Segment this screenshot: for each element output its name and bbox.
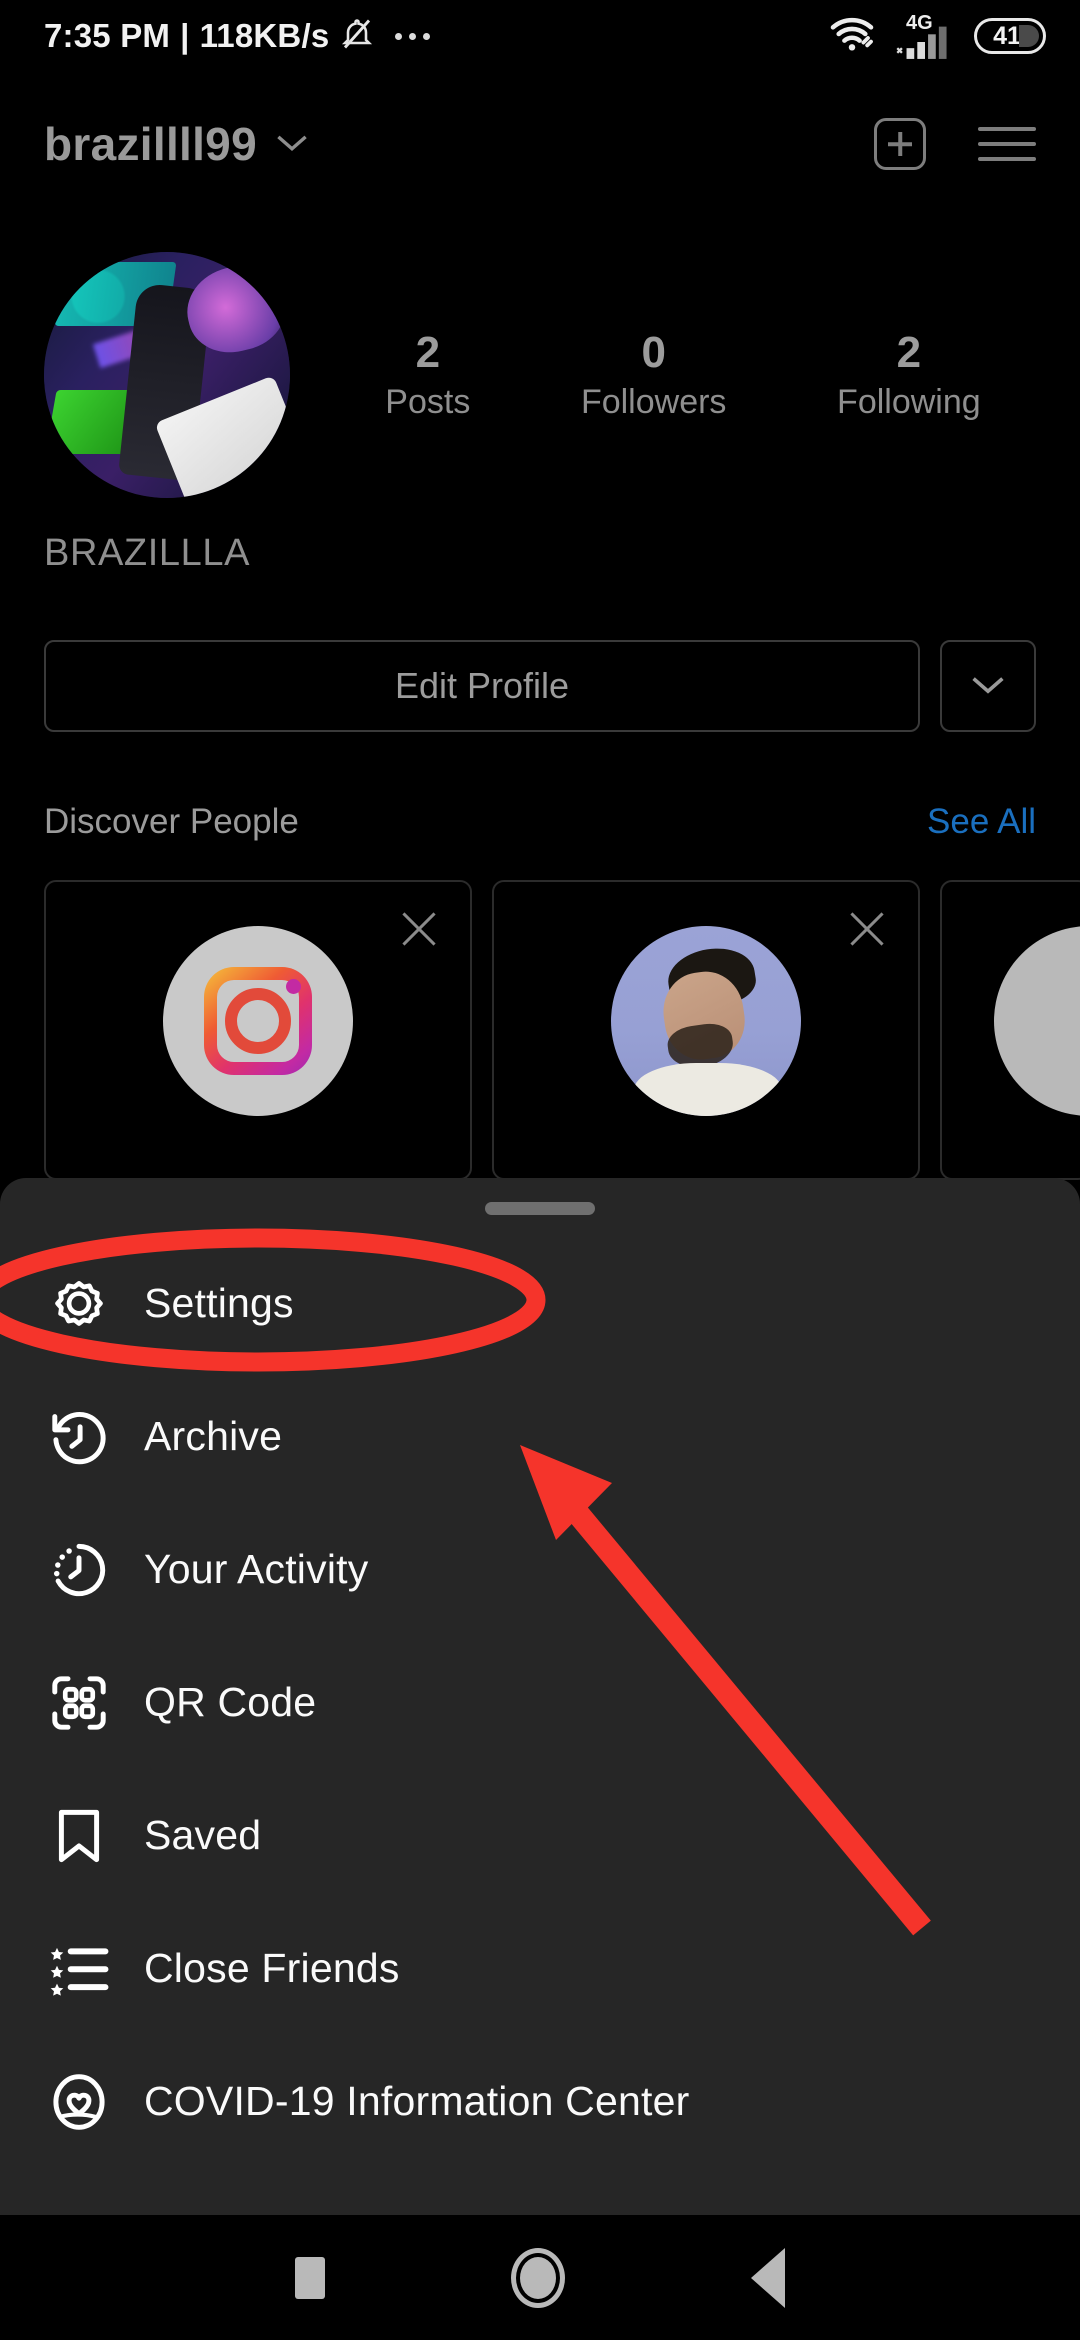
menu-item-label: Archive [144,1413,283,1459]
battery-level: 41 [993,21,1021,50]
hamburger-menu-icon[interactable] [978,127,1036,161]
heart-shield-icon [42,2065,116,2139]
bookmark-icon [42,1799,116,1873]
menu-item-settings[interactable]: Settings [0,1237,1080,1370]
chevron-down-icon [970,673,1006,700]
drag-handle[interactable] [485,1202,595,1215]
triangle-back-icon[interactable] [751,2247,785,2308]
menu-item-close-friends[interactable]: Close Friends [0,1902,1080,2035]
signal-bars-icon: 4G [894,12,956,59]
followers-label: Followers [580,383,727,422]
sheet-menu-list: Settings Archive Your Activity QR Code S… [0,1237,1080,2168]
stat-following[interactable]: 2 Following [837,328,981,422]
close-icon[interactable] [398,908,440,950]
posts-count: 2 [415,327,441,377]
posts-label: Posts [385,383,471,422]
circle-icon[interactable] [511,2247,565,2308]
chevron-down-icon[interactable] [275,131,309,158]
profile-avatar[interactable] [44,252,290,498]
phone-screen: 7:35 PM | 118KB/s 4G 41 brazillll99 2 Po… [0,0,1080,2340]
profile-more-button[interactable] [940,640,1036,732]
menu-item-covid-information-center[interactable]: COVID-19 Information Center [0,2035,1080,2168]
profile-stats: 2 Posts 0 Followers 2 Following [290,328,1036,422]
bell-muted-icon [339,15,375,58]
discover-card[interactable] [940,880,1080,1180]
activity-clock-icon [42,1533,116,1607]
discover-people-header: Discover People See All [44,802,1036,842]
discover-people-title: Discover People [44,802,299,841]
status-bar-left: 7:35 PM | 118KB/s [44,15,431,58]
display-name: BRAZILLLA [44,532,251,574]
following-label: Following [837,383,981,422]
menu-item-label: Your Activity [144,1546,369,1592]
wifi-icon [828,15,876,58]
status-separator: | [180,17,190,54]
stat-posts[interactable]: 2 Posts [385,328,470,422]
more-dots-icon [395,32,431,40]
close-icon[interactable] [846,908,888,950]
menu-item-label: QR Code [144,1679,317,1725]
clock-rewind-icon [42,1400,116,1474]
menu-item-label: Saved [144,1812,262,1858]
instagram-logo-avatar [163,926,353,1116]
profile-action-row: Edit Profile [44,640,1036,732]
menu-item-saved[interactable]: Saved [0,1769,1080,1902]
menu-item-label: Settings [144,1280,294,1326]
profile-summary-row: 2 Posts 0 Followers 2 Following [0,252,1080,498]
see-all-link[interactable]: See All [927,802,1036,842]
menu-item-archive[interactable]: Archive [0,1370,1080,1503]
discover-card[interactable] [492,880,920,1180]
discover-people-list[interactable] [44,880,1080,1180]
menu-item-qr-code[interactable]: QR Code [0,1636,1080,1769]
following-count: 2 [896,327,922,377]
stat-followers[interactable]: 0 Followers [581,328,726,422]
network-speed: 118KB/s [199,17,330,54]
android-navigation-bar [0,2215,1080,2340]
discover-card[interactable] [44,880,472,1180]
person-photo-avatar [611,926,801,1116]
menu-item-label: COVID-19 Information Center [144,2078,690,2124]
status-bar-right: 4G 41 [828,12,1046,59]
gray-person-avatar [994,926,1080,1116]
battery-indicator: 41 [974,18,1046,54]
followers-count: 0 [641,327,666,377]
profile-top-bar: brazillll99 [0,98,1080,190]
menu-item-your-activity[interactable]: Your Activity [0,1503,1080,1636]
username-label[interactable]: brazillll99 [44,117,257,171]
menu-item-label: Close Friends [144,1945,400,1991]
edit-profile-button[interactable]: Edit Profile [44,640,920,732]
settings-bottom-sheet: Settings Archive Your Activity QR Code S… [0,1178,1080,2215]
star-list-icon [42,1932,116,2006]
status-time: 7:35 PM [44,17,171,54]
gear-icon [42,1267,116,1341]
status-bar: 7:35 PM | 118KB/s 4G 41 [0,0,1080,72]
qr-code-icon [42,1666,116,1740]
plus-square-icon[interactable] [874,118,926,170]
square-icon[interactable] [295,2256,325,2299]
